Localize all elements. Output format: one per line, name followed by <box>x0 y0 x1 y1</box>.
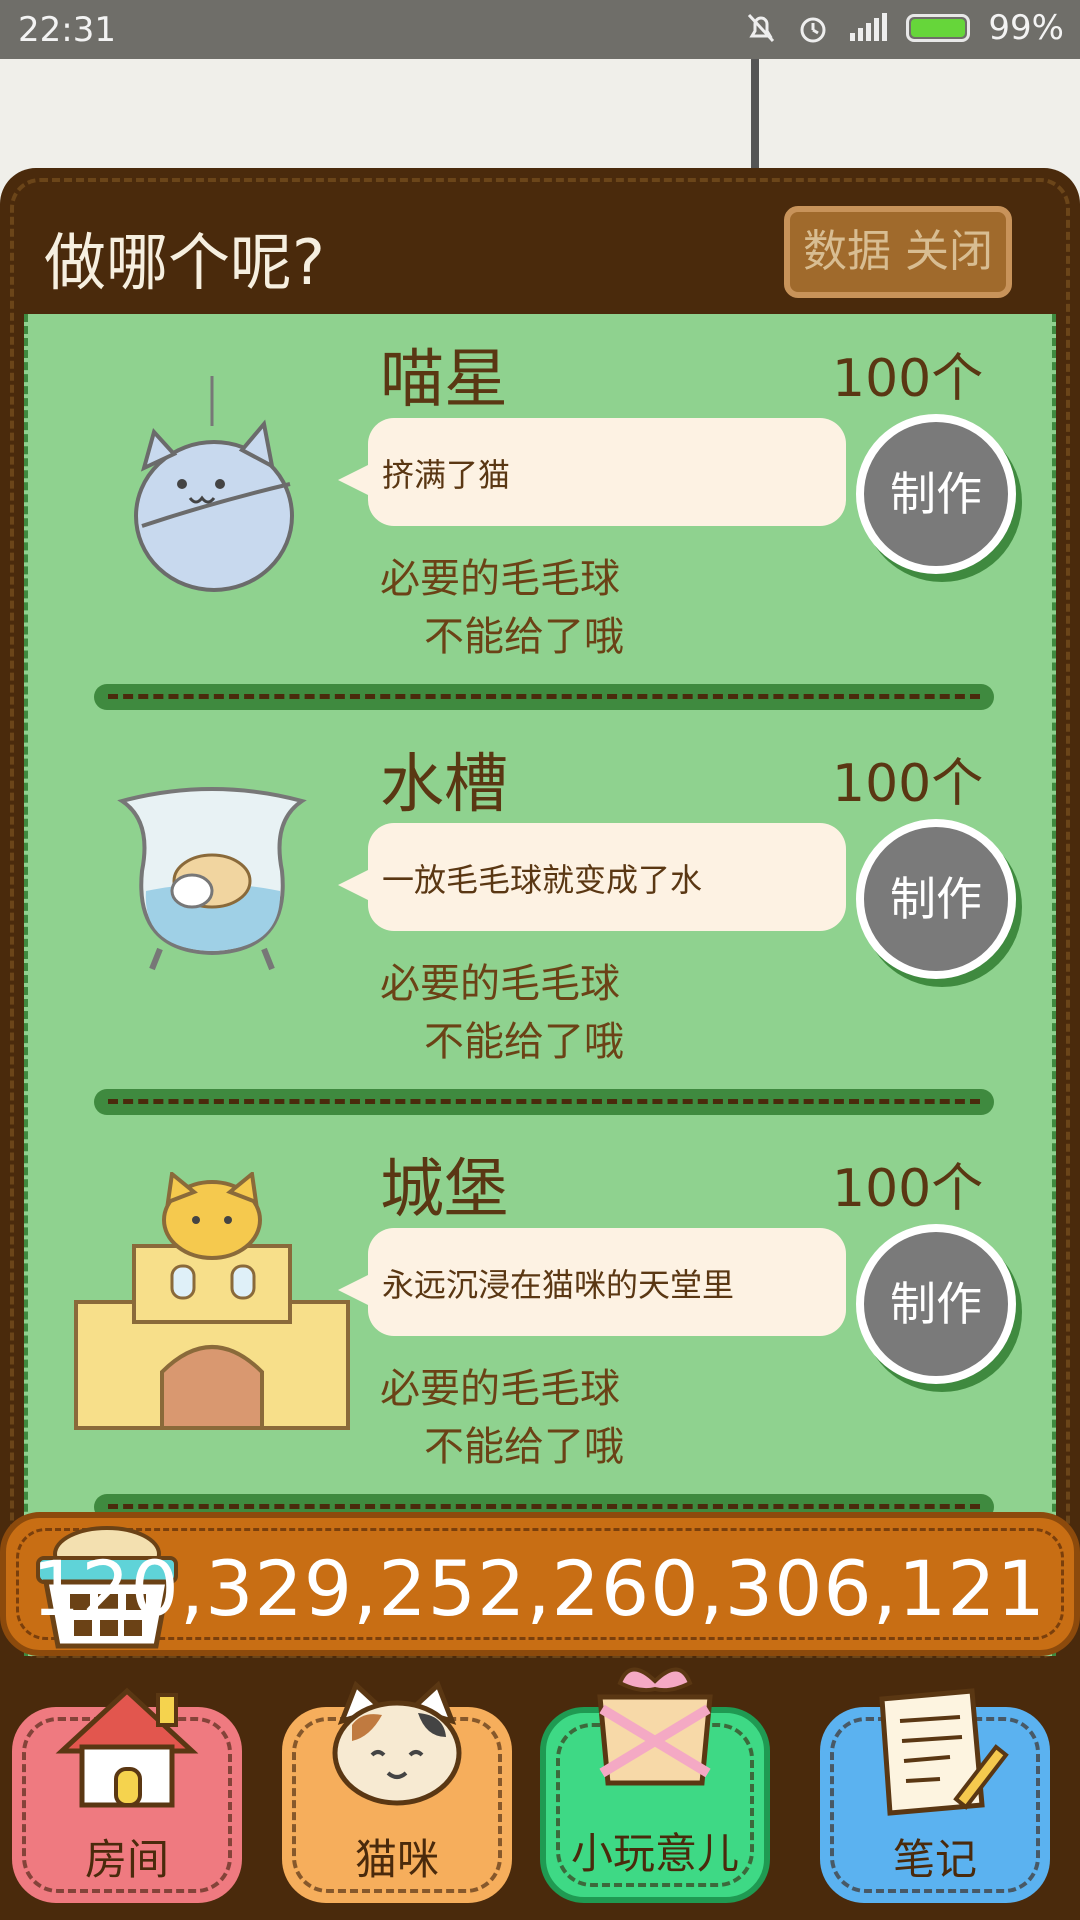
currency-value: 120,329,252,260,306,121 <box>31 1544 1046 1633</box>
mute-bell-icon <box>748 13 775 43</box>
divider <box>94 1089 994 1115</box>
item-description-bubble: 永远沉浸在猫咪的天堂里 <box>338 1228 846 1336</box>
divider <box>94 684 994 710</box>
tab-room[interactable]: 房间 <box>12 1687 242 1903</box>
status-bar: 22:31 99% <box>0 0 1080 59</box>
battery-percent: 99% <box>988 8 1064 48</box>
tab-notes[interactable]: 笔记 <box>820 1688 1050 1903</box>
hanging-rope <box>751 59 759 169</box>
castle-icon <box>74 1172 350 1430</box>
item-requirement: 必要的毛毛球 <box>380 961 620 1007</box>
item-requirement: 必要的毛毛球 <box>380 556 620 602</box>
signal-icon <box>850 13 888 41</box>
craft-panel: 做哪个呢? 数据 关闭 喵星 100个 挤满了猫 必要的毛毛球 不能给了哦 制作 <box>0 168 1080 1920</box>
tab-goodies-label: 小玩意儿 <box>570 1829 739 1878</box>
status-icons: 99% <box>744 8 1064 48</box>
currency-bar: 120,329,252,260,306,121 <box>0 1512 1080 1656</box>
status-time: 22:31 <box>18 10 116 50</box>
gift-box-icon <box>597 1667 713 1786</box>
item-description: 一放毛毛球就变成了水 <box>382 861 703 899</box>
house-icon <box>55 1687 199 1808</box>
item-requirement-note: 不能给了哦 <box>424 1424 624 1470</box>
item-count: 100个 <box>832 754 984 814</box>
craft-item: 城堡 100个 永远沉浸在猫咪的天堂里 必要的毛毛球 不能给了哦 制作 <box>28 1124 1052 1529</box>
tab-notes-label: 笔记 <box>892 1835 977 1884</box>
item-requirement-note: 不能给了哦 <box>424 1019 624 1065</box>
item-description: 挤满了猫 <box>382 456 511 494</box>
tab-cats-label: 猫咪 <box>354 1835 439 1884</box>
make-button[interactable]: 制作 <box>856 819 1016 979</box>
item-requirement-note: 不能给了哦 <box>424 614 624 660</box>
craft-list[interactable]: 喵星 100个 挤满了猫 必要的毛毛球 不能给了哦 制作 水槽 100个 一放毛… <box>24 314 1056 1656</box>
make-button[interactable]: 制作 <box>856 1224 1016 1384</box>
item-description-bubble: 一放毛毛球就变成了水 <box>338 823 846 931</box>
notebook-icon <box>879 1688 1009 1816</box>
item-name: 城堡 <box>380 1153 508 1227</box>
item-count: 100个 <box>832 349 984 409</box>
tab-cats[interactable]: 猫咪 <box>282 1681 512 1903</box>
panel-title: 做哪个呢? <box>44 226 325 299</box>
item-count: 100个 <box>832 1159 984 1219</box>
cat-planet-icon <box>134 376 294 592</box>
item-name: 水槽 <box>380 748 508 822</box>
item-description-bubble: 挤满了猫 <box>338 418 846 526</box>
alarm-icon <box>800 17 826 43</box>
close-button[interactable]: 数据 关闭 <box>784 206 1012 298</box>
item-name: 喵星 <box>380 343 508 417</box>
make-button[interactable]: 制作 <box>856 414 1016 574</box>
cat-face-icon <box>332 1681 462 1806</box>
craft-item: 水槽 100个 一放毛毛球就变成了水 必要的毛毛球 不能给了哦 制作 <box>28 719 1052 1124</box>
tab-room-label: 房间 <box>84 1835 169 1884</box>
item-requirement: 必要的毛毛球 <box>380 1366 620 1412</box>
craft-item: 喵星 100个 挤满了猫 必要的毛毛球 不能给了哦 制作 <box>28 314 1052 719</box>
item-description: 永远沉浸在猫咪的天堂里 <box>382 1266 735 1304</box>
fishbowl-icon <box>117 787 307 971</box>
tab-goodies[interactable]: 小玩意儿 <box>540 1667 770 1903</box>
battery-icon <box>906 14 971 42</box>
